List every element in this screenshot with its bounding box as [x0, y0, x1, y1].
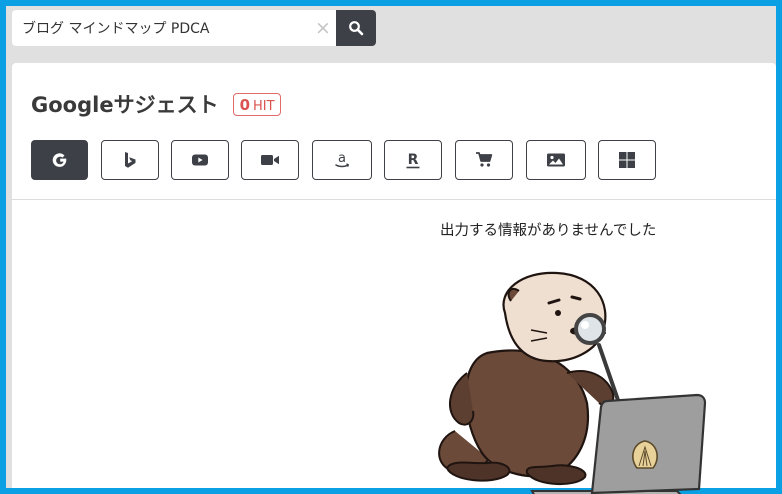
engine-video-button[interactable] — [241, 140, 299, 180]
engine-windows-button[interactable] — [598, 140, 656, 180]
engine-bing-button[interactable] — [101, 140, 159, 180]
hit-count: 0 — [239, 95, 251, 114]
rakuten-icon: R — [406, 152, 420, 169]
search-icon — [349, 21, 364, 36]
results-panel: Googleサジェスト 0 HIT a R 出力する情報がありませんでした — [12, 63, 776, 494]
search-button[interactable] — [336, 10, 376, 46]
google-icon — [52, 153, 66, 167]
hit-label: HIT — [253, 98, 275, 114]
engine-rakuten-button[interactable]: R — [384, 140, 442, 180]
svg-text:a: a — [338, 151, 346, 166]
bing-icon — [125, 152, 136, 168]
search-bar: × — [12, 10, 376, 46]
hit-badge: 0 HIT — [232, 92, 281, 116]
windows-icon — [619, 152, 635, 168]
search-input[interactable] — [12, 10, 336, 46]
shopping-cart-icon — [476, 152, 493, 167]
panel-title: Googleサジェスト — [31, 93, 219, 117]
close-icon[interactable]: × — [315, 18, 331, 38]
image-icon — [547, 153, 565, 167]
panel-header: Googleサジェスト 0 HIT — [31, 89, 281, 119]
video-camera-icon — [261, 155, 279, 165]
app-frame: × Googleサジェスト 0 HIT — [6, 6, 776, 494]
engine-google-button[interactable] — [31, 140, 88, 180]
divider — [12, 199, 776, 200]
youtube-icon — [192, 154, 208, 166]
engine-youtube-button[interactable] — [171, 140, 229, 180]
engine-shopping-button[interactable] — [455, 140, 513, 180]
amazon-icon: a — [335, 151, 350, 168]
sea-otter-mascot-illustration — [438, 271, 707, 494]
engine-images-button[interactable] — [526, 140, 586, 180]
svg-text:R: R — [408, 152, 419, 168]
engine-amazon-button[interactable]: a — [312, 140, 372, 180]
empty-message: 出力する情報がありませんでした — [440, 223, 657, 239]
